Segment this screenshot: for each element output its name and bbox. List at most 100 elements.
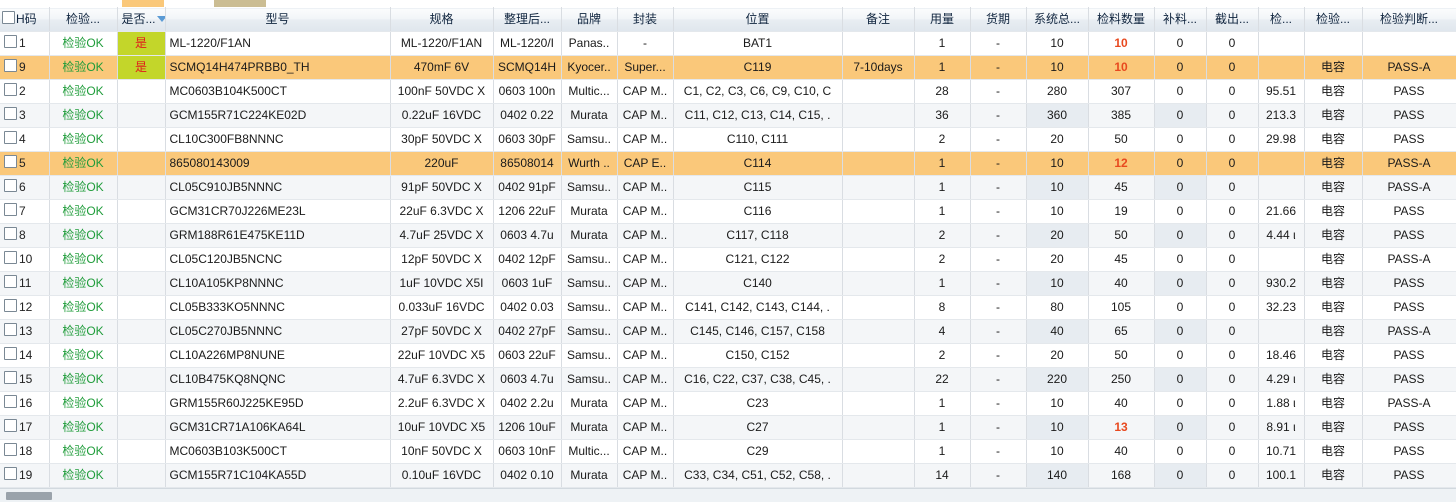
row-select-checkbox[interactable] (4, 35, 17, 48)
cell-text: 0 (1228, 444, 1236, 458)
table-row[interactable]: 7 检验OK GCM31CR70J226ME23L 22uF 6.3VDC X 1206… (0, 199, 1456, 224)
row-index-label: 12 (19, 300, 33, 314)
table-row[interactable]: 19 检验OK GCM155R71C104KA55D 0.10uF 16VDC 0402… (0, 463, 1456, 488)
cell-text: CAP M.. (622, 348, 668, 362)
table-row[interactable]: 3 检验OK GCM155R71C224KE02D 0.22uF 16VDC 0402 … (0, 103, 1456, 128)
cell-text: 0 (1228, 324, 1236, 338)
row-select-checkbox[interactable] (4, 179, 17, 192)
sort-descending-icon[interactable] (156, 15, 164, 22)
row-select-checkbox[interactable] (4, 419, 17, 432)
table-row[interactable]: 8 检验OK GRM188R61E475KE11D 4.7uF 25VDC X 0603… (0, 223, 1456, 248)
row-select-checkbox[interactable] (4, 59, 17, 72)
column-header-insp1[interactable]: 检... (1258, 7, 1305, 32)
table-row[interactable]: 17 检验OK GCM31CR71A106KA64L 10uF 10VDC X5 120… (0, 415, 1456, 440)
cell-pickqty: 45 (1088, 247, 1155, 272)
row-select-checkbox[interactable] (4, 299, 17, 312)
row-select-checkbox[interactable] (4, 467, 17, 480)
cell-insp1: 4.44 ι (1258, 223, 1305, 248)
table-row[interactable]: 2 检验OK MC0603B104K500CT 100nF 50VDC X 0603 1… (0, 79, 1456, 104)
cell-verdict: PASS-A (1362, 175, 1456, 200)
column-header-refill[interactable]: 补料... (1154, 7, 1207, 32)
cell-text: BAT1 (742, 36, 773, 50)
row-select-checkbox[interactable] (4, 131, 17, 144)
cell-hcode: 17 (0, 415, 50, 440)
column-header-isflag[interactable]: 是否... (117, 7, 166, 32)
cell-verdict: PASS (1362, 223, 1456, 248)
cell-location: C110, C111 (673, 127, 843, 152)
row-select-checkbox[interactable] (4, 443, 17, 456)
row-select-checkbox[interactable] (4, 347, 17, 360)
column-header-leadtime[interactable]: 货期 (970, 7, 1027, 32)
scrollbar-thumb[interactable] (6, 492, 52, 500)
cell-text: 2 (938, 252, 946, 266)
table-row[interactable]: 1 检验OK 是 ML-1220/F1AN ML-1220/F1AN ML-1220/I P… (0, 31, 1456, 56)
cell-spec: 220uF (390, 151, 494, 176)
cell-text: 0 (1176, 180, 1184, 194)
row-select-checkbox[interactable] (4, 203, 17, 216)
column-header-location[interactable]: 位置 (673, 7, 843, 32)
column-header-usage[interactable]: 用量 (914, 7, 971, 32)
column-header-inspect[interactable]: 检验... (49, 7, 118, 32)
cell-leadtime: - (970, 463, 1027, 488)
select-all-checkbox[interactable] (2, 11, 15, 24)
inspection-status-text: 检验OK (62, 324, 104, 338)
table-row[interactable]: 6 检验OK CL05C910JB5NNNC 91pF 50VDC X 0402 91p… (0, 175, 1456, 200)
table-row[interactable]: 10 检验OK CL05C120JB5NCNC 12pF 50VDC X 0402 12… (0, 247, 1456, 272)
cell-text: C140 (743, 276, 772, 290)
cell-usage: 1 (914, 439, 971, 464)
column-header-spec[interactable]: 规格 (390, 7, 494, 32)
cell-model: CL10A105KP8NNNC (165, 271, 391, 296)
table-row[interactable]: 11 检验OK CL10A105KP8NNNC 1uF 10VDC X5I 0603 1… (0, 271, 1456, 296)
column-header-brand[interactable]: 品牌 (561, 7, 618, 32)
row-select-checkbox[interactable] (4, 323, 17, 336)
cell-tidy: 0603 22uF (493, 343, 562, 368)
inspection-status-text: 检验OK (62, 252, 104, 266)
column-header-model[interactable]: 型号 (165, 7, 391, 32)
table-row[interactable]: 13 检验OK CL05C270JB5NNNC 27pF 50VDC X 0402 27… (0, 319, 1456, 344)
table-row[interactable]: 16 检验OK GRM155R60J225KE95D 2.2uF 6.3VDC X 04… (0, 391, 1456, 416)
cell-brand: Samsu.. (561, 343, 618, 368)
cell-text: 22uF 6.3VDC X (399, 204, 484, 218)
column-header-remark[interactable]: 备注 (842, 7, 915, 32)
cell-location: C29 (673, 439, 843, 464)
cell-package: CAP M.. (617, 343, 674, 368)
cell-isflag (117, 415, 166, 440)
cell-text: SCMQ14H (497, 60, 556, 74)
row-select-checkbox[interactable] (4, 395, 17, 408)
column-header-label: 用量 (929, 12, 954, 26)
cell-text: 220uF (424, 156, 459, 170)
table-row[interactable]: 14 检验OK CL10A226MP8NUNE 22uF 10VDC X5 0603 2… (0, 343, 1456, 368)
column-header-systotal[interactable]: 系统总... (1026, 7, 1089, 32)
row-select-checkbox[interactable] (4, 251, 17, 264)
cell-insp2: 电容 (1304, 391, 1363, 416)
row-select-checkbox[interactable] (4, 155, 17, 168)
inspection-status-text: 检验OK (62, 228, 104, 242)
row-select-checkbox[interactable] (4, 83, 17, 96)
column-header-hcode[interactable]: H码 (0, 7, 50, 32)
cell-package: CAP M.. (617, 295, 674, 320)
column-header-verdict[interactable]: 检验判断... (1362, 7, 1456, 32)
row-select-checkbox[interactable] (4, 107, 17, 120)
cell-text: CAP M.. (622, 396, 668, 410)
row-select-checkbox[interactable] (4, 371, 17, 384)
row-select-checkbox[interactable] (4, 275, 17, 288)
row-select-checkbox[interactable] (4, 227, 17, 240)
table-row[interactable]: 15 检验OK CL10B475KQ8NQNC 4.7uF 6.3VDC X 0603 … (0, 367, 1456, 392)
cell-refill: 0 (1154, 343, 1207, 368)
cell-spec: ML-1220/F1AN (390, 31, 494, 56)
table-row[interactable]: 4 检验OK CL10C300FB8NNNC 30pF 50VDC X 0603 30p… (0, 127, 1456, 152)
table-row[interactable]: 5 检验OK 865080143009 220uF 86508014 Wurth .. CA… (0, 151, 1456, 176)
table-row[interactable]: 12 检验OK CL05B333KO5NNNC 0.033uF 16VDC 0402 0… (0, 295, 1456, 320)
column-header-package[interactable]: 封装 (617, 7, 674, 32)
cell-text: 0603 30pF (498, 132, 556, 146)
horizontal-scrollbar[interactable] (0, 488, 1456, 502)
cell-model: 865080143009 (165, 151, 391, 176)
column-header-label: 封装 (632, 12, 657, 26)
column-header-pickqty[interactable]: 检料数量 (1088, 7, 1155, 32)
column-header-tidy[interactable]: 整理后... (493, 7, 562, 32)
pick-quantity-alert: 10 (1114, 60, 1128, 74)
table-row[interactable]: 18 检验OK MC0603B103K500CT 10nF 50VDC X 0603 1… (0, 439, 1456, 464)
column-header-cutout[interactable]: 截出... (1206, 7, 1259, 32)
table-row[interactable]: 9 检验OK 是 SCMQ14H474PRBB0_TH 470mF 6V SCMQ14H K… (0, 55, 1456, 80)
column-header-insp2[interactable]: 检验... (1304, 7, 1363, 32)
